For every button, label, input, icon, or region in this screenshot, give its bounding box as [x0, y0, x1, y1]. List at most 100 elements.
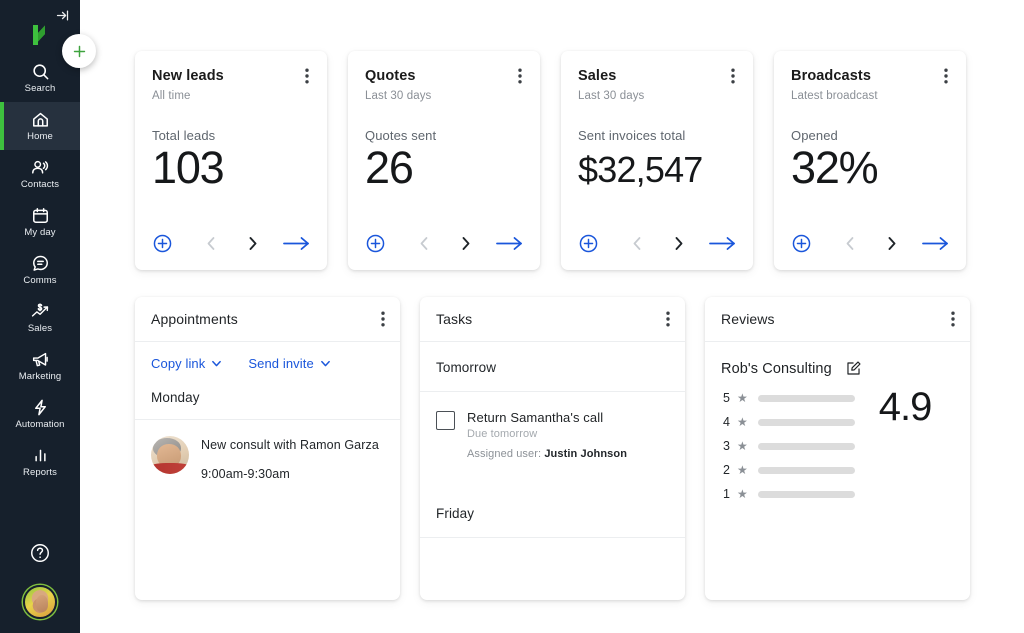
rating-bars: 5 ★ 4 ★ 3 ★	[723, 391, 855, 501]
sidebar-item-reports[interactable]: Reports	[0, 438, 80, 486]
arrow-right-icon[interactable]	[283, 236, 310, 251]
card-title: New leads	[152, 68, 224, 84]
star-icon: ★	[737, 464, 748, 476]
card-subtitle: Last 30 days	[365, 90, 523, 102]
card-footer	[152, 233, 310, 254]
kebab-menu-icon[interactable]	[665, 311, 671, 327]
avatar[interactable]	[23, 585, 57, 619]
kebab-menu-icon[interactable]	[950, 311, 956, 327]
card-title: Quotes	[365, 68, 416, 84]
panel-cards-row: Appointments Copy link Sen	[135, 297, 970, 600]
sidebar-item-label: Home	[27, 132, 53, 142]
prev-button[interactable]	[631, 236, 644, 251]
stat-card-quotes: Quotes Last 30 days Quotes sent 26	[348, 51, 540, 270]
sidebar-item-my-day[interactable]: My day	[0, 198, 80, 246]
tasks-empty-region	[420, 538, 685, 600]
task-section-tomorrow: Tomorrow	[420, 342, 685, 392]
sidebar-item-label: Comms	[23, 276, 56, 286]
card-body: Tomorrow Return Samantha's call Due tomo…	[420, 342, 685, 600]
sidebar-item-label: Contacts	[21, 180, 59, 190]
appointment-list-item[interactable]: New consult with Ramon Garza 9:00am-9:30…	[135, 420, 400, 481]
next-button[interactable]	[459, 236, 472, 251]
task-assigned-prefix: Assigned user:	[467, 448, 541, 460]
star-icon: ★	[737, 392, 748, 404]
rating-stars-count: 4	[723, 415, 732, 429]
appointment-day-label: Monday	[135, 371, 400, 420]
card-header: Reviews	[705, 297, 970, 342]
sidebar-item-label: Reports	[23, 468, 57, 478]
collapse-panel-icon[interactable]	[55, 8, 70, 27]
kebab-menu-icon[interactable]	[517, 68, 523, 84]
task-title: Return Samantha's call	[467, 410, 627, 425]
sidebar-item-label: My day	[24, 228, 55, 238]
card-header: Tasks	[420, 297, 685, 342]
reviews-card: Reviews Rob's Consulting	[705, 297, 970, 600]
sidebar-nav: Search Home	[0, 52, 80, 486]
add-circle-icon[interactable]	[578, 233, 599, 254]
arrow-right-icon[interactable]	[922, 236, 949, 251]
kebab-menu-icon[interactable]	[730, 68, 736, 84]
card-body: Rob's Consulting 5 ★	[705, 342, 970, 600]
kebab-menu-icon[interactable]	[943, 68, 949, 84]
task-list-item[interactable]: Return Samantha's call Due tomorrow Assi…	[420, 392, 685, 460]
metric-value: 103	[152, 144, 310, 191]
add-circle-icon[interactable]	[791, 233, 812, 254]
send-invite-label: Send invite	[248, 356, 313, 371]
card-footer	[578, 233, 736, 254]
keap-logo-icon[interactable]	[27, 22, 53, 53]
calendar-icon	[31, 206, 50, 226]
appointment-details: New consult with Ramon Garza 9:00am-9:30…	[201, 436, 379, 481]
card-header: Appointments	[135, 297, 400, 342]
app-root: Search Home	[0, 0, 1024, 633]
metric-label: Opened	[791, 128, 949, 143]
kebab-menu-icon[interactable]	[304, 68, 310, 84]
next-button[interactable]	[246, 236, 259, 251]
card-footer	[365, 233, 523, 254]
quick-add-button[interactable]	[62, 34, 96, 68]
sidebar-item-marketing[interactable]: Marketing	[0, 342, 80, 390]
sidebar-item-home[interactable]: Home	[0, 102, 80, 150]
add-circle-icon[interactable]	[152, 233, 173, 254]
bar-chart-icon	[31, 446, 50, 466]
sidebar-item-sales[interactable]: Sales	[0, 294, 80, 342]
card-title: Appointments	[151, 311, 238, 327]
star-icon: ★	[737, 488, 748, 500]
card-header: Quotes	[365, 68, 523, 84]
chevron-down-icon	[320, 358, 331, 369]
card-title: Reviews	[721, 311, 775, 327]
metric-value: $32,547	[578, 151, 736, 189]
appointment-actions: Copy link Send invite	[135, 342, 400, 371]
tasks-card: Tasks Tomorrow Return Samantha's call Du…	[420, 297, 685, 600]
sidebar-item-automation[interactable]: Automation	[0, 390, 80, 438]
task-checkbox[interactable]	[436, 411, 455, 430]
sidebar: Search Home	[0, 0, 80, 633]
contact-avatar	[151, 436, 189, 474]
rating-track	[758, 467, 855, 474]
edit-square-icon[interactable]	[845, 360, 862, 377]
next-button[interactable]	[885, 236, 898, 251]
prev-button[interactable]	[844, 236, 857, 251]
prev-button[interactable]	[205, 236, 218, 251]
next-button[interactable]	[672, 236, 685, 251]
sidebar-item-contacts[interactable]: Contacts	[0, 150, 80, 198]
main-content: New leads All time Total leads 103	[80, 0, 1024, 633]
add-circle-icon[interactable]	[365, 233, 386, 254]
rating-track	[758, 419, 855, 426]
rating-track	[758, 395, 855, 402]
rating-stars-count: 2	[723, 463, 732, 477]
prev-button[interactable]	[418, 236, 431, 251]
card-subtitle: Last 30 days	[578, 90, 736, 102]
sidebar-item-comms[interactable]: Comms	[0, 246, 80, 294]
help-circle-icon[interactable]	[29, 542, 51, 569]
copy-link-button[interactable]: Copy link	[151, 356, 222, 371]
card-title: Broadcasts	[791, 68, 871, 84]
send-invite-button[interactable]: Send invite	[248, 356, 330, 371]
arrow-right-icon[interactable]	[709, 236, 736, 251]
metric-label: Sent invoices total	[578, 128, 736, 143]
kebab-menu-icon[interactable]	[380, 311, 386, 327]
arrow-right-icon[interactable]	[496, 236, 523, 251]
rating-row: 1 ★	[723, 487, 855, 501]
stat-card-new-leads: New leads All time Total leads 103	[135, 51, 327, 270]
chevron-down-icon	[211, 358, 222, 369]
task-section-friday: Friday	[420, 506, 685, 538]
